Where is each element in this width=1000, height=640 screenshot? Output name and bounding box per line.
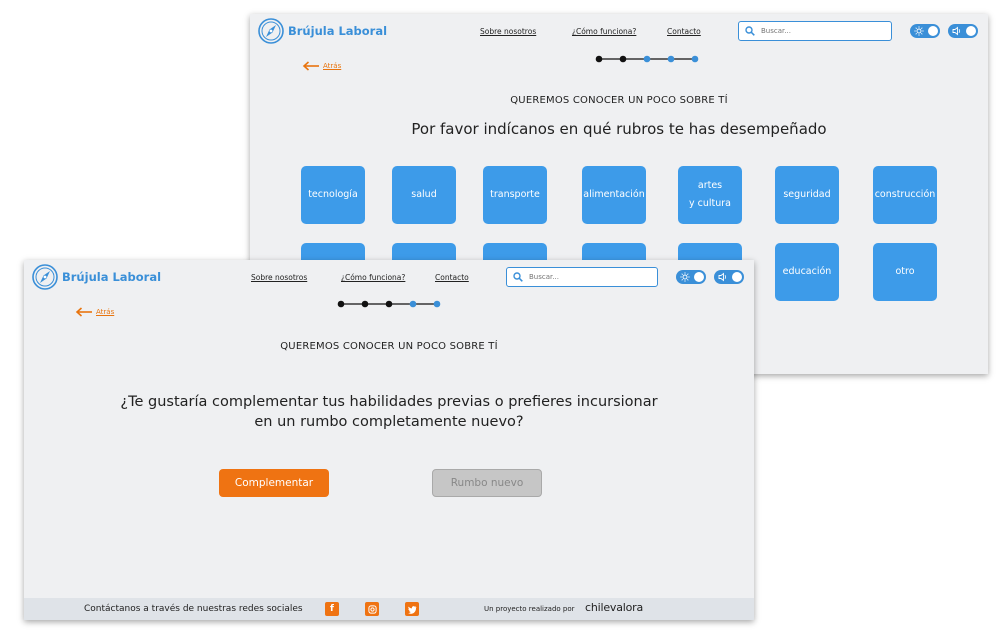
twitter-icon[interactable] [405,602,419,616]
progress-steps [595,55,699,63]
nav-about-link[interactable]: Sobre nosotros [480,27,536,36]
toggle-knob [928,26,938,36]
sector-tile[interactable]: transporte [483,166,547,224]
search-input[interactable] [529,273,629,281]
rumbo-nuevo-button[interactable]: Rumbo nuevo [432,469,542,497]
question-line-2: en un rumbo completamente nuevo? [254,414,524,430]
nav-how-link[interactable]: ¿Cómo funciona? [572,27,636,36]
instagram-icon[interactable] [365,602,379,616]
search-box[interactable] [738,21,892,41]
progress-step-done [337,300,345,308]
logo[interactable]: Brújula Laboral [32,264,161,290]
sector-tile[interactable]: seguridad [775,166,839,224]
search-icon [745,26,755,36]
back-label: Atrás [323,62,342,70]
progress-step-pending [667,55,675,63]
back-link[interactable]: Atrás [302,61,341,71]
compass-icon [32,264,58,290]
progress-step-pending [691,55,699,63]
section-eyebrow: QUEREMOS CONOCER UN POCO SOBRE TÍ [510,95,728,106]
progress-step-pending [643,55,651,63]
front-screen-window: Brújula Laboral Sobre nosotros ¿Cómo fun… [24,260,754,620]
brand-name: Brújula Laboral [62,270,162,284]
twitter-glyph [407,605,417,614]
progress-steps [337,300,441,308]
sector-tile[interactable]: alimentación [582,166,646,224]
progress-step-pending [409,300,417,308]
progress-step-pending [433,300,441,308]
progress-step-done [595,55,603,63]
footer-credit: Un proyecto realizado por [484,605,575,613]
sector-tile[interactable]: educación [775,243,839,301]
footer: Contáctanos a través de nuestras redes s… [24,598,754,620]
sound-toggle[interactable] [714,270,744,284]
speaker-icon [952,26,961,36]
progress-step-done [619,55,627,63]
speaker-icon [718,272,727,282]
sector-tile[interactable]: tecnología [301,166,365,224]
sound-toggle[interactable] [948,24,978,38]
logo[interactable]: Brújula Laboral [258,18,387,44]
toggle-knob [732,272,742,282]
brightness-toggle[interactable] [676,270,706,284]
compass-icon [258,18,284,44]
arrow-left-icon [75,307,92,317]
facebook-icon[interactable]: f [325,602,339,616]
nav-contact-link[interactable]: Contacto [667,27,701,36]
nav-about-link[interactable]: Sobre nosotros [251,273,307,282]
sector-tile[interactable]: salud [392,166,456,224]
toggle-knob [966,26,976,36]
footer-contact-text: Contáctanos a través de nuestras redes s… [84,604,303,614]
chilevalora-logo: chilevalora [585,601,643,614]
search-input[interactable] [761,27,861,35]
back-link[interactable]: Atrás [75,307,114,317]
progress-step-done [385,300,393,308]
back-label: Atrás [96,308,115,316]
search-box[interactable] [506,267,658,287]
instagram-glyph [367,604,377,614]
search-icon [513,272,523,282]
question-line-1: ¿Te gustaría complementar tus habilidade… [120,394,658,410]
sun-icon [914,26,924,36]
toggle-knob [694,272,704,282]
brightness-toggle[interactable] [910,24,940,38]
sector-tile[interactable]: artes y cultura [678,166,742,224]
progress-step-done [361,300,369,308]
nav-contact-link[interactable]: Contacto [435,273,469,282]
arrow-left-icon [302,61,319,71]
brand-name: Brújula Laboral [288,24,388,38]
section-eyebrow: QUEREMOS CONOCER UN POCO SOBRE TÍ [280,341,498,352]
sector-tile[interactable]: otro [873,243,937,301]
sector-tile[interactable]: construcción [873,166,937,224]
question-title: Por favor indícanos en qué rubros te has… [411,120,827,138]
nav-how-link[interactable]: ¿Cómo funciona? [341,273,405,282]
sun-icon [680,272,690,282]
complementar-button[interactable]: Complementar [219,469,329,497]
